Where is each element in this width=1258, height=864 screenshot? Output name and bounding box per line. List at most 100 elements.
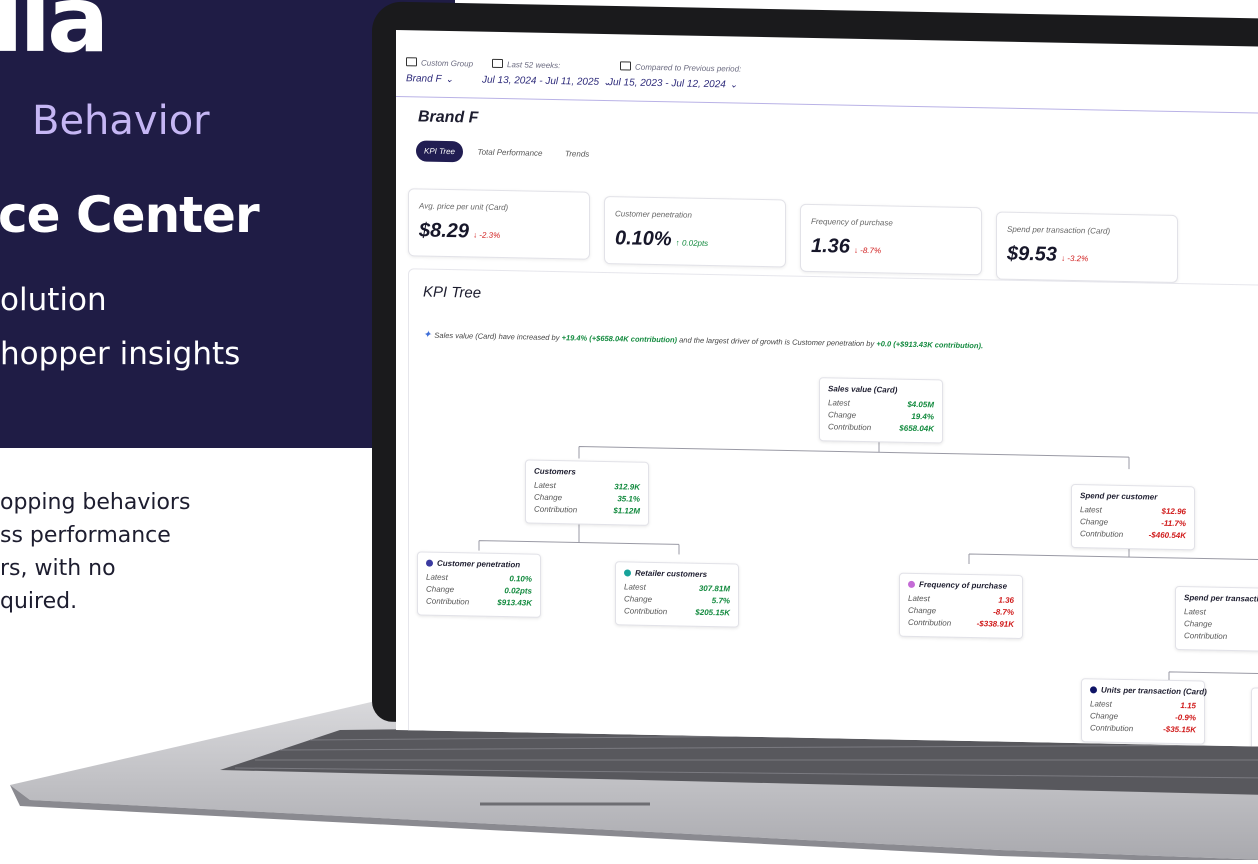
node-contribution: -$35.15K: [1163, 724, 1196, 735]
row-label: Change: [624, 594, 653, 604]
tree-node-sales-value[interactable]: Sales value (Card) Latest $4.05M Change 19…: [819, 377, 943, 444]
node-title: Frequency of purchase: [919, 580, 1008, 591]
tab-trends[interactable]: Trends: [557, 143, 597, 165]
row-label: Latest: [534, 480, 556, 491]
row-label: Contribution: [426, 596, 470, 607]
comparison-filter[interactable]: Compared to Previous period: Jul 15, 202…: [608, 61, 742, 90]
body-line: ss performance: [0, 523, 171, 548]
kpi-card-avg-price[interactable]: Avg. price per unit (Card) $8.29 ↓ -2.3%: [408, 188, 590, 260]
node-latest: 312.9K: [614, 482, 640, 492]
node-change: -0.9%: [1175, 712, 1196, 723]
node-contribution: $913.43K: [497, 597, 532, 608]
kpi-value: 1.36: [811, 234, 850, 258]
laptop-screen: Custom Group Brand F ⌄ Last 52 weeks: Jul…: [396, 30, 1258, 747]
row-label: Latest: [1080, 505, 1102, 515]
hero-body-copy: opping behaviors ss performance rs, with…: [0, 486, 190, 618]
tree-node-retailer-customers[interactable]: Retailer customers Latest 307.81M Change 5…: [615, 561, 739, 628]
row-label: Change: [534, 492, 563, 503]
node-contribution: $658.04K: [899, 423, 934, 434]
brand-logo: lla: [0, 0, 109, 73]
row-label: Contribution: [1090, 723, 1134, 734]
row-label: Contribution: [1184, 631, 1228, 641]
date-range-filter[interactable]: Last 52 weeks: Jul 13, 2024 - Jul 11, 20…: [482, 58, 611, 88]
row-label: Latest: [1184, 607, 1206, 617]
hero-subline-2: hopper insights: [0, 336, 241, 372]
date-range-value: Jul 13, 2024 - Jul 11, 2025: [482, 74, 600, 88]
kpi-value: $9.53: [1007, 242, 1058, 266]
row-label: Latest: [1090, 699, 1112, 709]
kpi-delta: ↓ -8.7%: [853, 245, 882, 256]
series-dot: [426, 559, 433, 567]
calendar-icon: [492, 58, 503, 69]
tab-total-performance[interactable]: Total Performance: [469, 141, 550, 164]
node-contribution: -$338.91K: [976, 619, 1014, 629]
node-latest: $4.05M: [907, 399, 934, 410]
node-title: Spend per transaction (: [1184, 593, 1258, 604]
page-title: Brand F: [418, 108, 479, 127]
tree-node-partial[interactable]: La Ch Co: [1251, 687, 1258, 747]
node-latest: 1.36: [998, 595, 1014, 605]
custom-group-label: Custom Group: [421, 58, 474, 69]
kpi-delta: ↓ -3.2%: [1061, 253, 1089, 264]
kpi-label: Frequency of purchase: [811, 216, 893, 228]
row-label: Change: [1184, 619, 1213, 629]
tab-kpi-tree[interactable]: KPI Tree: [416, 140, 463, 163]
node-change: 35.1%: [617, 494, 640, 504]
series-dot: [1090, 686, 1097, 694]
tree-node-units-per-transaction[interactable]: Units per transaction (Card) Latest 1.15 …: [1081, 678, 1207, 745]
kpi-value: $8.29: [419, 219, 470, 243]
row-label: Latest: [624, 582, 646, 592]
date-range-label: Last 52 weeks:: [507, 60, 561, 71]
node-contribution: -$460.54K: [1148, 530, 1186, 541]
row-label: Latest: [908, 593, 930, 604]
kpi-label: Avg. price per unit (Card): [419, 201, 509, 213]
kpi-tree-panel: KPI Tree ✦ Sales value (Card) have increa…: [408, 268, 1258, 747]
kpi-delta: ↓ -2.3%: [473, 230, 501, 241]
tree-node-spend-per-customer[interactable]: Spend per customer Latest $12.96 Change -1…: [1071, 483, 1195, 551]
node-change: 0.02pts: [504, 586, 532, 596]
kpi-card-customer-penetration[interactable]: Customer penetration 0.10% ↑ 0.02pts: [604, 195, 786, 268]
tree-node-spend-per-transaction[interactable]: Spend per transaction ( Latest Change Co…: [1175, 585, 1258, 653]
chevron-down-icon[interactable]: ⌄: [730, 79, 738, 90]
node-title: Retailer customers: [635, 568, 708, 579]
kpi-value: 0.10%: [615, 227, 672, 251]
tree-node-customer-penetration[interactable]: Customer penetration Latest 0.10% Change 0…: [417, 551, 541, 618]
chevron-down-icon[interactable]: ⌄: [446, 74, 454, 85]
row-label: Change: [426, 584, 455, 595]
comparison-label: Compared to Previous period:: [635, 62, 742, 74]
row-label: Latest: [426, 572, 448, 582]
view-tabs: KPI Tree Total Performance Trends: [416, 140, 599, 166]
row-label: Change: [1090, 711, 1119, 721]
series-dot: [624, 569, 631, 577]
row-label: Contribution: [534, 504, 578, 515]
series-dot: [908, 580, 915, 588]
node-change: -11.7%: [1161, 518, 1186, 529]
tree-node-frequency-of-purchase[interactable]: Frequency of purchase Latest 1.36 Change -…: [899, 572, 1023, 640]
comparison-value: Jul 15, 2023 - Jul 12, 2024: [608, 77, 726, 91]
custom-group-filter[interactable]: Custom Group Brand F ⌄: [406, 57, 473, 85]
custom-group-value: Brand F: [406, 73, 442, 85]
node-latest: 0.10%: [509, 574, 532, 584]
node-latest: 1.15: [1180, 701, 1196, 711]
node-change: -8.7%: [993, 607, 1014, 617]
node-title: Units per transaction (Card): [1101, 685, 1207, 697]
row-label: Latest: [828, 398, 850, 408]
kpi-card-frequency[interactable]: Frequency of purchase 1.36 ↓ -8.7%: [800, 203, 982, 276]
row-label: Change: [1080, 517, 1109, 527]
dashboard-app: Custom Group Brand F ⌄ Last 52 weeks: Jul…: [396, 30, 1258, 747]
row-label: Contribution: [624, 606, 668, 617]
kpi-label: Customer penetration: [615, 209, 692, 220]
tree-node-customers[interactable]: Customers Latest 312.9K Change 35.1% Contr…: [525, 459, 649, 526]
node-latest: $12.96: [1161, 506, 1186, 517]
node-title: Customer penetration: [437, 558, 521, 570]
kpi-delta: ↑ 0.02pts: [675, 238, 709, 248]
kpi-card-spend-per-transaction[interactable]: Spend per transaction (Card) $9.53 ↓ -3.2…: [996, 211, 1178, 284]
node-contribution: $205.15K: [695, 607, 730, 618]
node-change: 5.7%: [711, 596, 730, 606]
node-title: Customers: [534, 466, 576, 477]
body-line: quired.: [0, 589, 78, 614]
row-label: Contribution: [828, 422, 872, 433]
hero-kicker: Behavior: [32, 98, 210, 144]
group-icon: [406, 57, 417, 67]
hero-subline-1: olution: [0, 282, 107, 318]
